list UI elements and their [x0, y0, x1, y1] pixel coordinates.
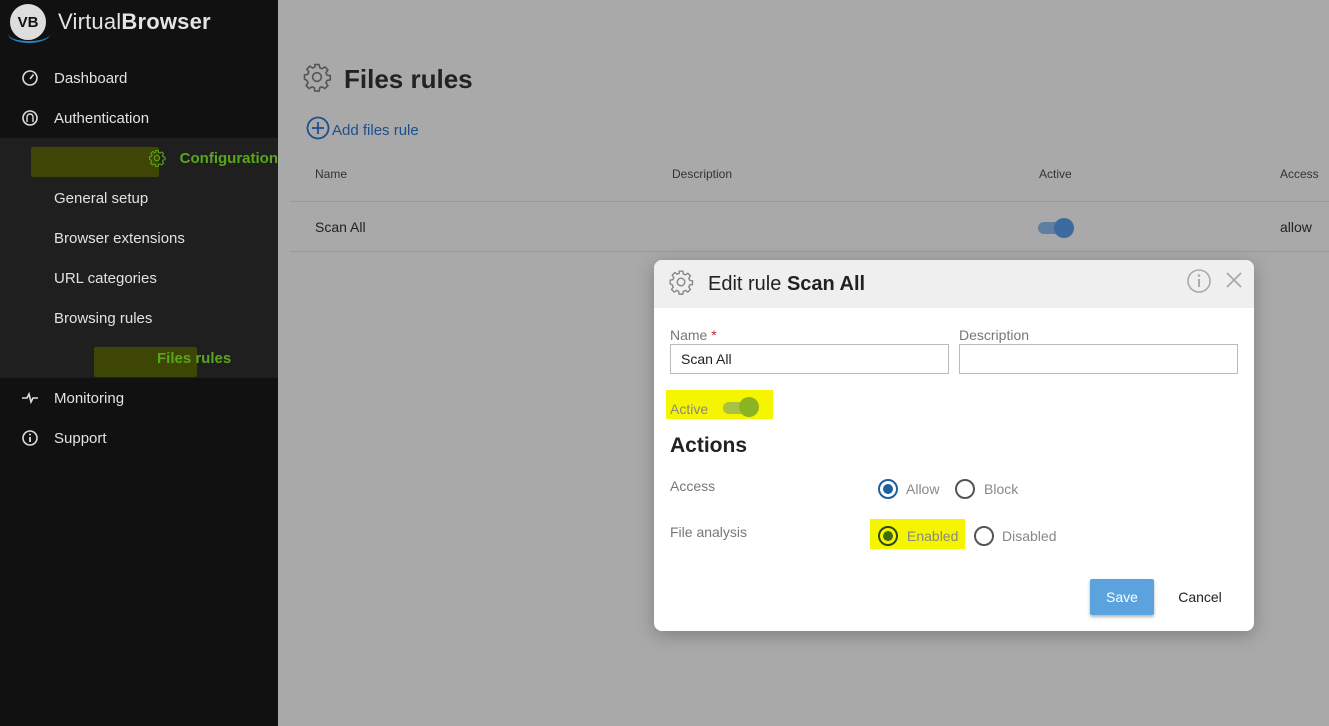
- actions-heading: Actions: [670, 434, 748, 457]
- pulse-icon: [20, 388, 40, 408]
- row-access: allow: [1280, 219, 1312, 235]
- plus-circle-icon: [306, 116, 330, 144]
- name-field-label: Name *: [670, 327, 717, 343]
- highlight-configuration: [31, 147, 159, 177]
- add-files-rule-label: Add files rule: [332, 121, 419, 139]
- sidebar-subitem-general-setup[interactable]: General setup: [0, 178, 278, 218]
- sidebar-subitem-files-rules[interactable]: Files rules: [0, 338, 278, 378]
- modal-title: Edit rule Scan All: [708, 272, 866, 295]
- sidebar: VB VirtualBrowser Dashboard Authenticati…: [0, 0, 278, 726]
- sidebar-item-label: Configuration: [179, 149, 278, 167]
- access-block-radio[interactable]: [955, 479, 975, 499]
- sidebar-item-configuration[interactable]: Configuration: [0, 138, 278, 178]
- sidebar-item-label: Monitoring: [54, 389, 125, 407]
- page-header: Files rules: [302, 62, 473, 97]
- gear-icon: [148, 148, 166, 168]
- file-analysis-enabled-radio[interactable]: [878, 526, 898, 546]
- description-field[interactable]: [959, 344, 1238, 374]
- modal-header: Edit rule Scan All: [654, 260, 1254, 308]
- active-toggle[interactable]: [723, 397, 761, 417]
- table-header: Name Description Active Access: [290, 150, 1329, 202]
- edit-rule-modal: Edit rule Scan All Name * Description Ac…: [654, 260, 1254, 631]
- save-button[interactable]: Save: [1090, 579, 1154, 615]
- access-allow-label[interactable]: Allow: [906, 481, 939, 497]
- sidebar-item-dashboard[interactable]: Dashboard: [0, 58, 278, 98]
- cancel-button[interactable]: Cancel: [1170, 579, 1230, 615]
- sidebar-subitem-url-categories[interactable]: URL categories: [0, 258, 278, 298]
- app-logo[interactable]: VB VirtualBrowser: [8, 2, 211, 43]
- access-allow-radio[interactable]: [878, 479, 898, 499]
- sidebar-item-label: Dashboard: [54, 69, 128, 87]
- row-active-toggle[interactable]: [1038, 217, 1074, 238]
- sidebar-item-authentication[interactable]: Authentication: [0, 98, 278, 138]
- info-icon: [20, 428, 40, 448]
- column-header-description[interactable]: Description: [672, 167, 732, 181]
- access-block-label[interactable]: Block: [984, 481, 1018, 497]
- file-analysis-disabled-label[interactable]: Disabled: [1002, 528, 1056, 544]
- file-analysis-label: File analysis: [670, 524, 748, 540]
- row-name: Scan All: [315, 219, 366, 235]
- fingerprint-icon: [20, 108, 40, 128]
- page-title: Files rules: [344, 64, 473, 94]
- logo-badge: VB: [8, 4, 50, 43]
- app-name: VirtualBrowser: [58, 9, 211, 34]
- table-row[interactable]: Scan All allow: [290, 203, 1329, 252]
- sidebar-item-label: Authentication: [54, 109, 150, 127]
- gear-icon: [302, 62, 332, 97]
- column-header-access[interactable]: Access: [1280, 167, 1319, 181]
- description-field-label: Description: [959, 327, 1030, 343]
- sidebar-item-label: Support: [54, 429, 107, 447]
- close-icon[interactable]: [1224, 270, 1244, 295]
- configuration-group: Configuration General setup Browser exte…: [0, 138, 278, 378]
- add-files-rule-button[interactable]: Add files rule: [306, 116, 419, 144]
- name-field[interactable]: [670, 344, 949, 374]
- sidebar-item-monitoring[interactable]: Monitoring: [0, 378, 278, 418]
- gauge-icon: [20, 68, 40, 88]
- sidebar-item-support[interactable]: Support: [0, 418, 278, 458]
- access-label: Access: [670, 478, 716, 494]
- active-label: Active: [670, 401, 709, 417]
- info-icon[interactable]: [1186, 268, 1212, 299]
- gear-icon: [668, 269, 694, 300]
- sidebar-subitem-browsing-rules[interactable]: Browsing rules: [0, 298, 278, 338]
- file-analysis-disabled-radio[interactable]: [974, 526, 994, 546]
- sidebar-subitem-browser-extensions[interactable]: Browser extensions: [0, 218, 278, 258]
- file-analysis-enabled-label[interactable]: Enabled: [907, 528, 958, 544]
- sidebar-nav: Dashboard Authentication Configuration G…: [0, 58, 278, 458]
- column-header-active[interactable]: Active: [1039, 167, 1072, 181]
- column-header-name[interactable]: Name: [315, 167, 347, 181]
